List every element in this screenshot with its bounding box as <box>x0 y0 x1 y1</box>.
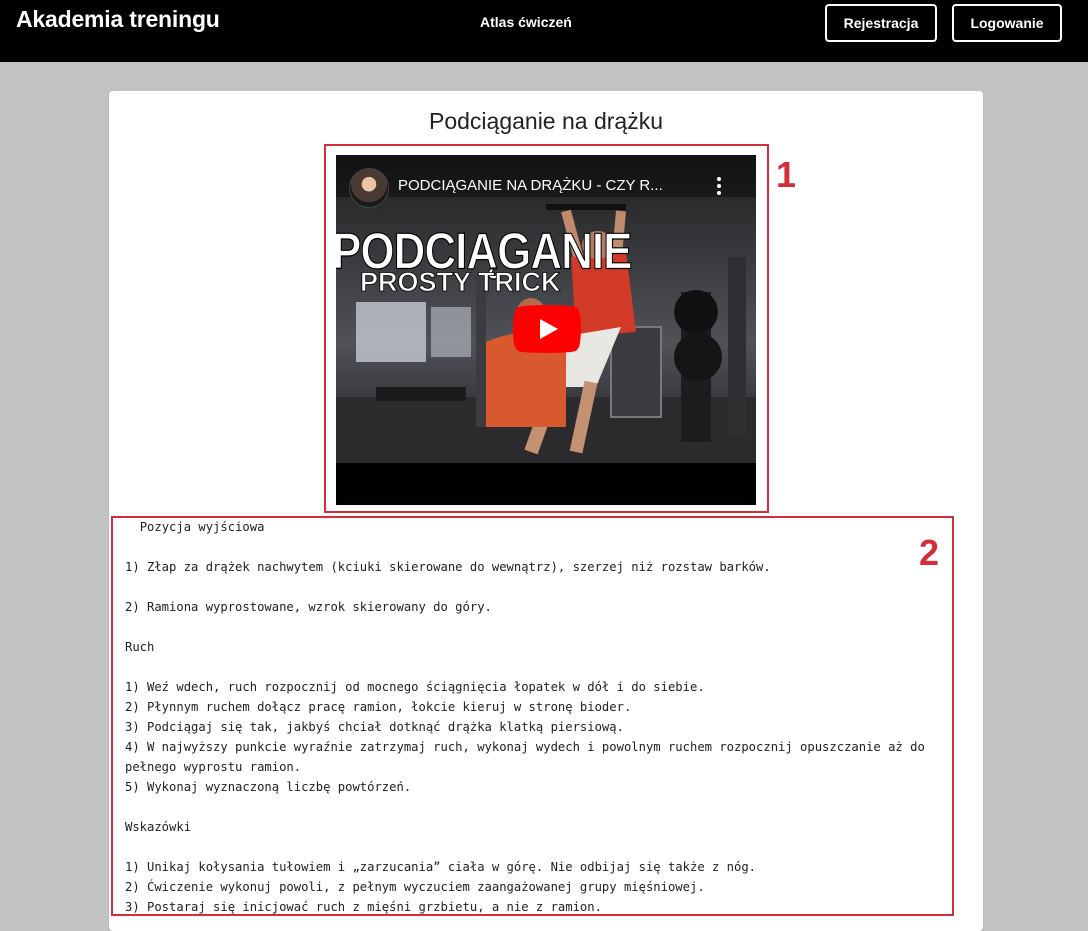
login-button[interactable]: Logowanie <box>952 4 1062 42</box>
channel-avatar[interactable] <box>349 168 389 208</box>
annotation-label-1: 1 <box>776 154 797 195</box>
nav-link-exercise-atlas[interactable]: Atlas ćwiczeń <box>480 14 572 30</box>
register-button[interactable]: Rejestracja <box>825 4 937 42</box>
video-title[interactable]: PODCIĄGANIE NA DRĄŻKU - CZY R... <box>398 177 663 194</box>
play-icon[interactable] <box>513 305 581 353</box>
thumbnail-subline: PROSTY TRICK <box>360 267 561 297</box>
brand-logo-link[interactable]: Akademia treningu <box>16 6 220 33</box>
video-title-bar: PODCIĄGANIE NA DRĄŻKU - CZY R... <box>336 155 756 208</box>
kebab-menu-icon[interactable] <box>714 177 724 197</box>
exercise-description: Pozycja wyjściowa 1) Złap za drążek nach… <box>125 520 925 914</box>
exercise-title: Podciąganie na drążku <box>429 108 663 134</box>
top-navbar: Akademia treningu Atlas ćwiczeń Rejestra… <box>0 0 1088 62</box>
annotation-label-2: 2 <box>919 532 940 573</box>
youtube-video-embed[interactable]: PODCIĄGANIE PROSTY TRICK PODCIĄGANIE NA … <box>336 155 756 505</box>
